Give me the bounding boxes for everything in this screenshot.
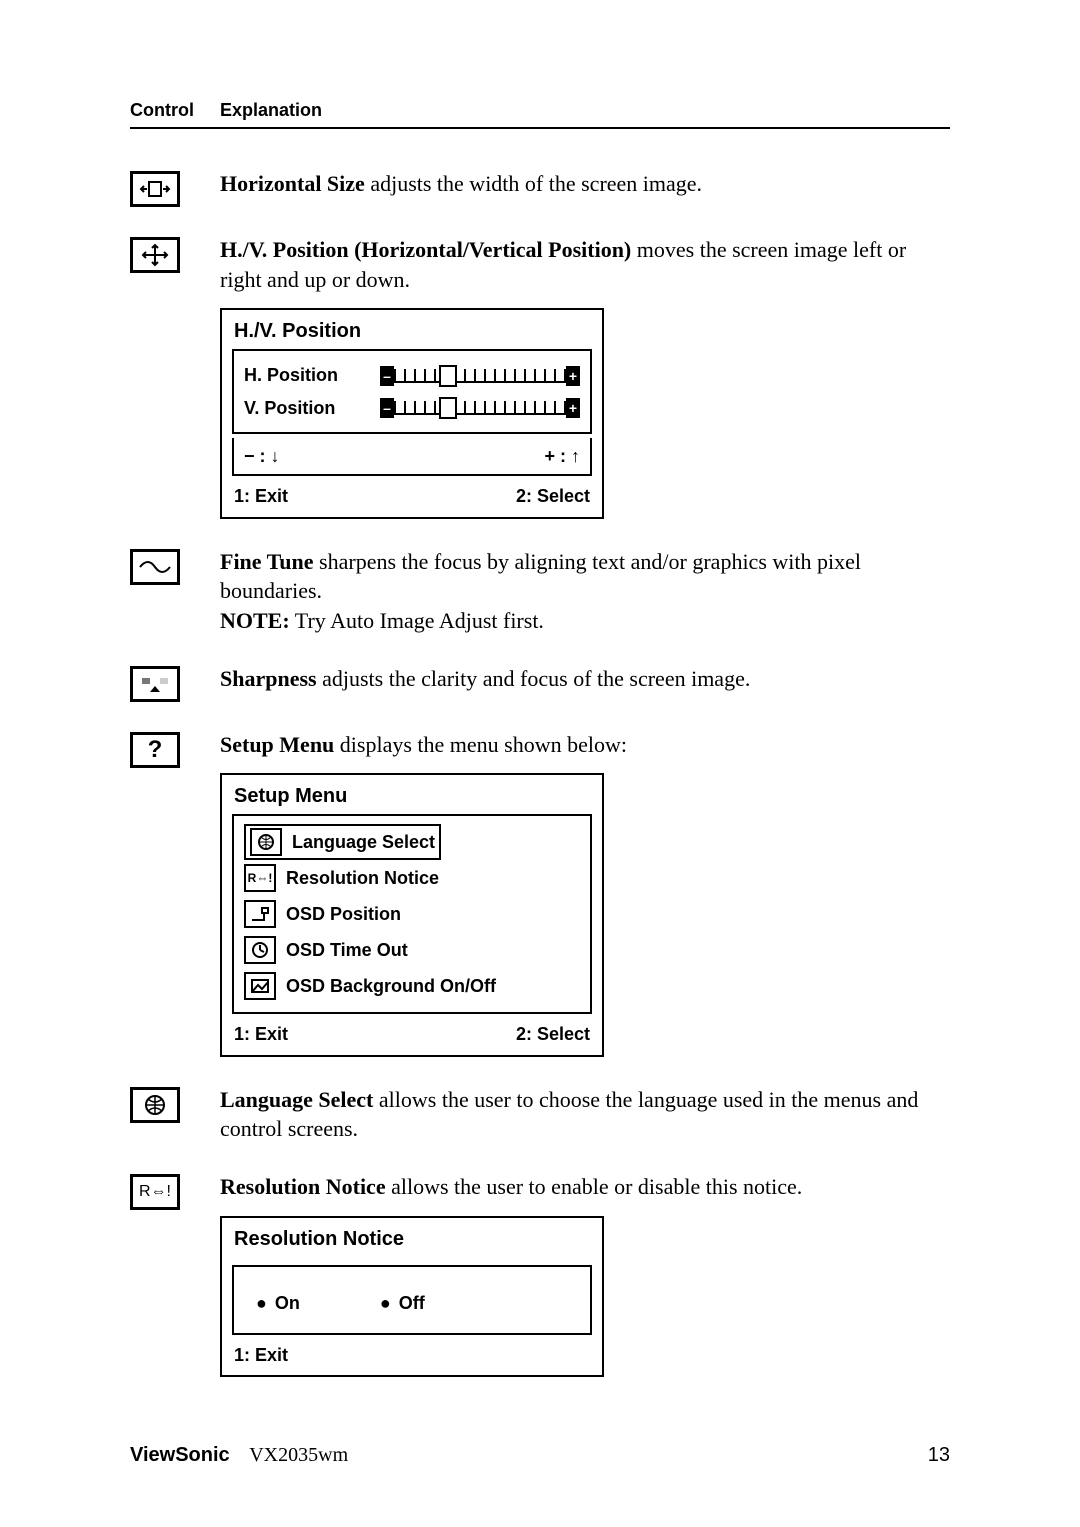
fine-title: Fine Tune [220, 549, 314, 574]
setup-menu-icon: ? [130, 732, 180, 768]
osd-res-title: Resolution Notice [222, 1218, 602, 1257]
fine-tune-icon [130, 549, 180, 585]
setup-exit: 1: Exit [234, 1022, 288, 1046]
hv-select: 2: Select [516, 484, 590, 508]
table-header: Control Explanation [130, 100, 950, 129]
fine-note-text: Try Auto Image Adjust first. [290, 608, 544, 633]
res-on-option: On [256, 1291, 300, 1315]
entry-hv-position: H./V. Position (Horizontal/Vertical Posi… [130, 235, 950, 519]
footer-brand: ViewSonic [130, 1444, 230, 1466]
hv-h-slider: –+ [380, 364, 580, 388]
osd-hv-title: H./V. Position [222, 310, 602, 349]
osd-resolution-notice: Resolution Notice On Off 1: Exit [220, 1216, 604, 1378]
hv-v-label: V. Position [244, 396, 335, 420]
entry-sharpness: Sharpness adjusts the clarity and focus … [130, 664, 950, 702]
osd-hv-position: H./V. Position H. Position –+ V. Positio… [220, 308, 604, 518]
entry-language-select: Language Select allows the user to choos… [130, 1085, 950, 1144]
setup-title: Setup Menu [220, 732, 334, 757]
osd-background-icon [244, 972, 276, 1000]
horiz-size-text: adjusts the width of the screen image. [365, 171, 702, 196]
resolution-notice-icon-large: R⇔! [130, 1174, 180, 1210]
header-explanation: Explanation [220, 100, 322, 121]
globe-icon [250, 828, 282, 856]
osd-timeout-icon [244, 936, 276, 964]
hv-title: H./V. Position (Horizontal/Vertical Posi… [220, 237, 631, 262]
osd-position-icon [244, 900, 276, 928]
entry-fine-tune: Fine Tune sharpens the focus by aligning… [130, 547, 950, 636]
entry-setup-menu: ? Setup Menu displays the menu shown bel… [130, 730, 950, 1057]
footer-model: VX2035wm [249, 1444, 348, 1466]
resolution-notice-icon: R⇔! [244, 864, 276, 892]
setup-item-4: OSD Background On/Off [286, 974, 496, 998]
fine-note-label: NOTE: [220, 608, 290, 633]
setup-item-0: Language Select [292, 830, 435, 854]
lang-title: Language Select [220, 1087, 373, 1112]
hv-minus-hint: − : ↓ [244, 444, 280, 468]
setup-text: displays the menu shown below: [334, 732, 627, 757]
sharp-title: Sharpness [220, 666, 317, 691]
entry-resolution-notice: R⇔! Resolution Notice allows the user to… [130, 1172, 950, 1377]
setup-select: 2: Select [516, 1022, 590, 1046]
sharp-text: adjusts the clarity and focus of the scr… [317, 666, 751, 691]
entry-horizontal-size: Horizontal Size adjusts the width of the… [130, 169, 950, 207]
setup-item-3: OSD Time Out [286, 938, 408, 962]
horizontal-size-icon [130, 171, 180, 207]
res-text: allows the user to enable or disable thi… [386, 1174, 803, 1199]
setup-item-1: Resolution Notice [286, 866, 439, 890]
hv-h-label: H. Position [244, 363, 338, 387]
hv-plus-hint: + : ↑ [544, 444, 580, 468]
osd-setup-menu: Setup Menu Language Select R⇔! Resolutio… [220, 773, 604, 1056]
hv-v-slider: –+ [380, 396, 580, 420]
sharpness-icon [130, 666, 180, 702]
fine-text: sharpens the focus by aligning text and/… [220, 549, 861, 604]
horiz-size-title: Horizontal Size [220, 171, 365, 196]
page-number: 13 [928, 1444, 950, 1467]
hv-exit: 1: Exit [234, 484, 288, 508]
setup-item-2: OSD Position [286, 902, 401, 926]
res-exit: 1: Exit [234, 1343, 288, 1367]
osd-setup-title: Setup Menu [222, 775, 602, 814]
hv-position-icon [130, 237, 180, 273]
header-control: Control [130, 100, 220, 121]
page-footer: ViewSonic VX2035wm 13 [130, 1444, 950, 1467]
language-select-icon [130, 1087, 180, 1123]
res-off-option: Off [380, 1291, 425, 1315]
res-title: Resolution Notice [220, 1174, 386, 1199]
